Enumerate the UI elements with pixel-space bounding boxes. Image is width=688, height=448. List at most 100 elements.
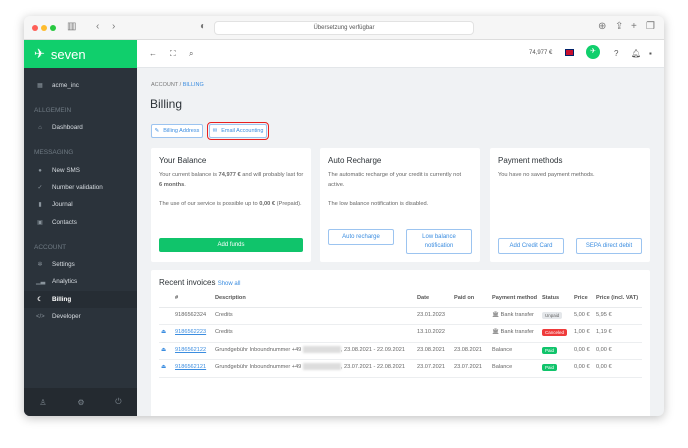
url-text: Übersetzung verfügbar: [313, 25, 375, 31]
card-title: Your Balance: [159, 156, 207, 165]
sepa-direct-debit-button[interactable]: SEPA direct debit: [576, 238, 642, 254]
browser-titlebar: ▥ ‹ › ◐ Übersetzung verfügbar ⊕ ⇪ + ❐: [24, 16, 664, 40]
sidebar-item-new-sms[interactable]: ● New SMS: [36, 167, 80, 174]
account-name: acme_inc: [52, 82, 79, 89]
invoice-description: Credits: [213, 324, 415, 343]
auto-recharge-card: Auto Recharge The automatic recharge of …: [320, 148, 480, 262]
card-title: Recent invoices Show all: [159, 278, 241, 287]
sidebar-item-number-validation[interactable]: ✓ Number validation: [36, 184, 102, 191]
sidebar-item-settings[interactable]: ✲ Settings: [36, 261, 75, 268]
user-icon[interactable]: ♙: [39, 398, 46, 407]
column-header: Payment method: [490, 292, 540, 308]
status-badge: Unpaid: [542, 311, 563, 319]
gear-icon[interactable]: ⚙: [77, 398, 84, 407]
column-header: #: [173, 292, 213, 308]
sidebar-item-label: Analytics: [52, 278, 78, 285]
avatar[interactable]: ✈: [586, 45, 600, 59]
new-tab-icon[interactable]: +: [631, 21, 637, 32]
auto-recharge-button[interactable]: Auto recharge: [328, 229, 394, 245]
download-icon[interactable]: ⊕: [598, 21, 606, 32]
column-header: Price (incl. VAT): [594, 292, 642, 308]
payment-methods-card: Payment methods You have no saved paymen…: [490, 148, 650, 262]
chat-icon[interactable]: ▪: [649, 49, 652, 58]
invoice-paid-on: [452, 307, 490, 325]
sidebar-item-billing[interactable]: ☾ Billing: [36, 296, 71, 303]
column-header: Paid on: [452, 292, 490, 308]
payment-methods-text: You have no saved payment methods.: [498, 172, 595, 178]
invoice-description: Grundgebühr Inboundnummer +49 , 23.08.20…: [213, 342, 415, 360]
breadcrumb-separator: /: [179, 82, 182, 88]
invoice-price-vat: 0,00 €: [594, 359, 642, 378]
back-icon[interactable]: ‹: [96, 21, 99, 32]
payment-method: 🏛 Bank transfer: [490, 324, 540, 343]
sidebar-item-label: Developer: [52, 313, 81, 320]
invoice-number[interactable]: 9186562121: [175, 364, 206, 370]
power-icon[interactable]: ⏻: [115, 397, 121, 407]
table-row: ⏏ 9186562122 Grundgebühr Inboundnummer +…: [159, 342, 642, 360]
forward-icon[interactable]: ›: [112, 21, 115, 32]
breadcrumb-account[interactable]: ACCOUNT: [151, 82, 178, 88]
share-icon[interactable]: ⇪: [615, 21, 623, 32]
download-icon[interactable]: ⏏: [161, 347, 166, 353]
invoice-description: Grundgebühr Inboundnummer +49 , 23.07.20…: [213, 359, 415, 378]
status-badge: Canceled: [542, 329, 568, 336]
sidebar-item-analytics[interactable]: ▁▃ Analytics: [36, 278, 77, 285]
column-header: Date: [415, 292, 452, 308]
maximize-window-button[interactable]: [50, 25, 56, 31]
invoice-price-vat: 5,95 €: [594, 307, 642, 325]
minimize-window-button[interactable]: [41, 25, 47, 31]
invoice-price: 0,00 €: [572, 342, 594, 360]
breadcrumb-billing[interactable]: BILLING: [183, 82, 204, 88]
payment-method: 🏛 Bank transfer: [490, 307, 540, 325]
sidebar-item-journal[interactable]: ▮ Journal: [36, 201, 72, 208]
invoice-number[interactable]: 9186562122: [175, 347, 206, 353]
address-bar[interactable]: Übersetzung verfügbar: [214, 21, 474, 35]
low-balance-notification-button[interactable]: Low balance notification: [406, 229, 472, 254]
invoice-description: Credits: [213, 307, 415, 325]
brand-name: seven: [50, 46, 86, 62]
sidebar-item-dashboard[interactable]: ⌂ Dashboard: [36, 124, 83, 131]
sidebar-account-switch[interactable]: ▦ acme_inc: [36, 82, 79, 89]
sidebar: ✈ seven ▦ acme_inc ALLGEMEIN ⌂ Dashboard ME…: [24, 40, 137, 416]
invoice-price-vat: 1,19 €: [594, 324, 642, 343]
download-icon[interactable]: ⏏: [161, 364, 166, 370]
invoice-price: 1,00 €: [572, 324, 594, 343]
code-icon: </>: [36, 313, 45, 320]
sidebar-item-label: Contacts: [52, 219, 77, 226]
tabs-icon[interactable]: ❐: [646, 21, 655, 32]
sidebar-item-developer[interactable]: </> Developer: [36, 313, 81, 320]
brand-logo[interactable]: ✈ seven: [24, 40, 137, 68]
add-credit-card-button[interactable]: Add Credit Card: [498, 238, 564, 254]
grid-icon: ▦: [37, 83, 43, 89]
invoice-number[interactable]: 9186562223: [175, 329, 206, 335]
shield-icon[interactable]: ◐: [200, 21, 206, 32]
sidebar-footer: ♙ ⚙ ⏻: [24, 388, 137, 416]
fullscreen-icon[interactable]: ⛶: [170, 49, 176, 59]
column-header: Description: [213, 292, 415, 308]
gear-icon: ✲: [37, 262, 43, 268]
close-window-button[interactable]: [32, 25, 38, 31]
breadcrumb: ACCOUNT / BILLING: [151, 82, 204, 88]
invoice-paid-on: 23.08.2021: [452, 342, 490, 360]
recharge-status-text: The automatic recharge of your credit is…: [328, 172, 462, 188]
redacted-number: [302, 345, 341, 353]
sidebar-item-label: Settings: [52, 261, 75, 268]
invoice-price: 0,00 €: [572, 359, 594, 378]
invoice-date: 23.08.2021: [415, 342, 452, 360]
add-funds-button[interactable]: Add funds: [159, 238, 303, 252]
sidebar-toggle-icon[interactable]: ▥: [67, 21, 76, 32]
email-accounting-button[interactable]: ✉ Email Accounting: [207, 122, 269, 140]
browser-window: ▥ ‹ › ◐ Übersetzung verfügbar ⊕ ⇪ + ❐ ✈ s…: [24, 16, 664, 416]
uk-flag-icon[interactable]: [565, 49, 574, 56]
search-icon[interactable]: ⌕: [189, 49, 193, 59]
balance-display: 74,977 €: [529, 50, 553, 56]
show-all-link[interactable]: Show all: [218, 281, 241, 287]
download-icon[interactable]: ⏏: [161, 329, 166, 335]
invoice-number: 9186562324: [175, 311, 207, 318]
bell-icon[interactable]: 🔔︎: [631, 49, 641, 58]
moon-icon: ☾: [37, 297, 43, 303]
help-icon[interactable]: ?: [614, 49, 618, 58]
back-arrow-icon[interactable]: ←: [149, 49, 157, 58]
sidebar-item-contacts[interactable]: ▣ Contacts: [36, 219, 77, 226]
billing-address-button[interactable]: ✎ Billing Address: [151, 124, 203, 138]
